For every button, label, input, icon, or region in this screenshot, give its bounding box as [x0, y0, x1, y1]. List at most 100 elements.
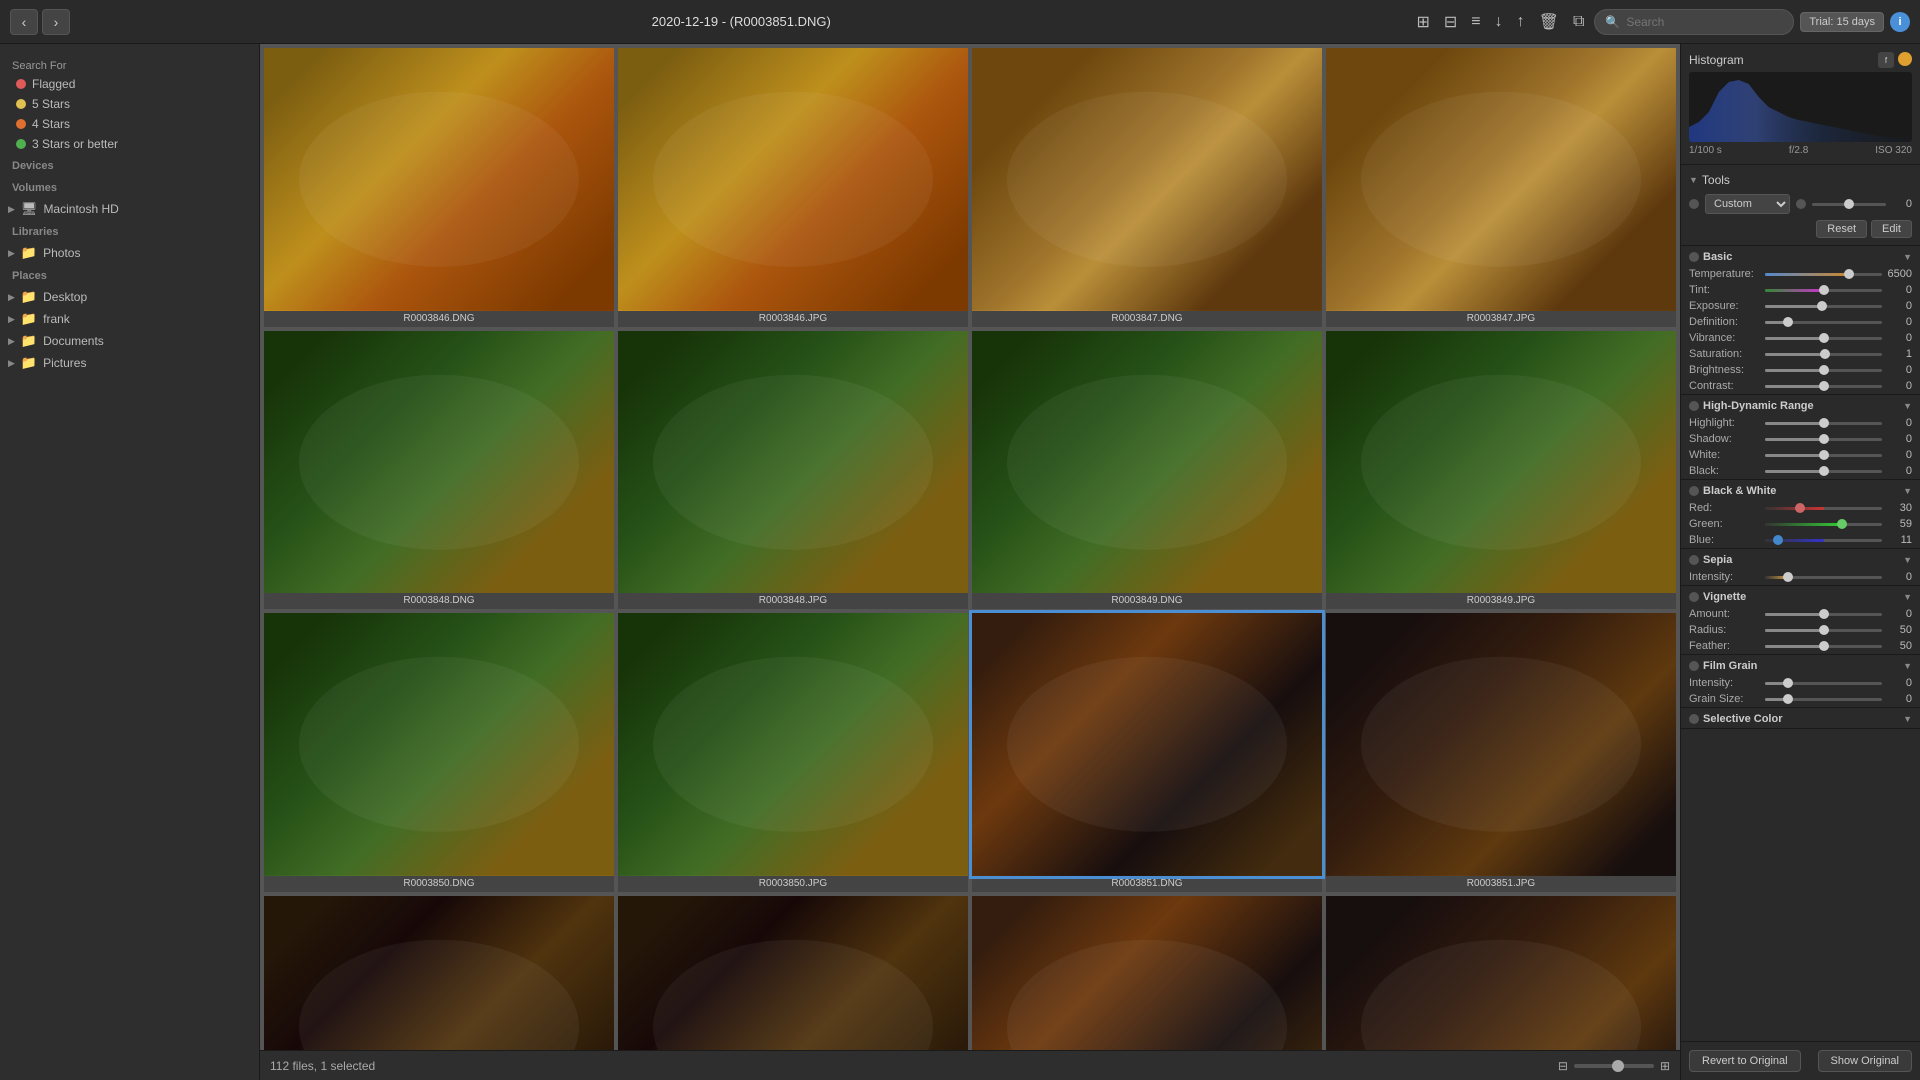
vignette-toggle[interactable] — [1689, 592, 1699, 602]
photo-cell-R0003853.JPG[interactable]: R0003853.JPG — [1326, 896, 1676, 1051]
saturation-slider[interactable] — [1765, 353, 1882, 356]
definition-slider[interactable] — [1765, 321, 1882, 324]
sidebar-item-photos[interactable]: ▶ 📁 Photos — [0, 242, 259, 264]
photo-cell-R0003850.JPG[interactable]: R0003850.JPG — [618, 613, 968, 892]
compare-button[interactable]: ⊟ — [1440, 8, 1461, 36]
grid-view-button[interactable]: ⊞ — [1412, 8, 1433, 36]
vignette-amount-row: Amount: 0 — [1689, 606, 1912, 622]
selective-color-header[interactable]: Selective Color ▼ — [1689, 708, 1912, 728]
sidebar-item-5stars[interactable]: 5 Stars — [0, 94, 259, 114]
black-slider[interactable] — [1765, 470, 1882, 473]
sidebar-item-documents[interactable]: ▶ 📁 Documents — [0, 330, 259, 352]
vignette-amount-slider[interactable] — [1765, 613, 1882, 616]
hd-icon: 🖥 — [21, 201, 38, 217]
grid-small-icon[interactable]: ⊟ — [1558, 1059, 1568, 1073]
hdr-header[interactable]: High-Dynamic Range ▼ — [1689, 395, 1912, 415]
show-original-button[interactable]: Show Original — [1818, 1050, 1912, 1072]
red-label: Red: — [1689, 502, 1761, 514]
grid-large-icon[interactable]: ⊞ — [1660, 1059, 1670, 1073]
contrast-slider[interactable] — [1765, 385, 1882, 388]
sidebar-item-macintosh-hd[interactable]: ▶ 🖥 Macintosh HD — [0, 198, 259, 220]
info-icon[interactable]: i — [1890, 12, 1910, 32]
import-button[interactable]: ↓ — [1491, 9, 1507, 35]
photo-cell-R0003852.JPG[interactable]: R0003852.JPG — [618, 896, 968, 1051]
shadow-slider[interactable] — [1765, 438, 1882, 441]
5stars-dot — [16, 99, 26, 109]
delete-button[interactable]: 🗑 — [1535, 8, 1563, 36]
photo-cell-R0003847.DNG[interactable]: R0003847.DNG — [972, 48, 1322, 327]
tools-toggle2[interactable] — [1796, 199, 1806, 209]
hist-tab-2[interactable] — [1898, 52, 1912, 66]
tint-slider[interactable] — [1765, 289, 1882, 292]
green-slider[interactable] — [1765, 523, 1882, 526]
photos-label: Photos — [43, 246, 80, 260]
contrast-row: Contrast: 0 — [1689, 378, 1912, 394]
film-grain-toggle[interactable] — [1689, 661, 1699, 671]
frank-folder-icon: 📁 — [21, 311, 37, 327]
highlight-value: 0 — [1886, 417, 1912, 429]
photo-cell-R0003849.DNG[interactable]: R0003849.DNG — [972, 331, 1322, 610]
photos-chevron-icon: ▶ — [8, 248, 15, 259]
list-view-button[interactable]: ≡ — [1467, 9, 1484, 35]
vignette-radius-label: Radius: — [1689, 624, 1761, 636]
hdr-toggle[interactable] — [1689, 401, 1699, 411]
sepia-header[interactable]: Sepia ▼ — [1689, 549, 1912, 569]
brightness-slider[interactable] — [1765, 369, 1882, 372]
bw-header[interactable]: Black & White ▼ — [1689, 480, 1912, 500]
photo-cell-R0003852.DNG[interactable]: R0003852.DNG — [264, 896, 614, 1051]
histogram-section: Histogram f — [1681, 44, 1920, 165]
photo-cell-R0003851.JPG[interactable]: R0003851.JPG — [1326, 613, 1676, 892]
vibrance-slider[interactable] — [1765, 337, 1882, 340]
bw-toggle[interactable] — [1689, 486, 1699, 496]
revert-button[interactable]: Revert to Original — [1689, 1050, 1801, 1072]
back-button[interactable]: ‹ — [10, 9, 38, 35]
sepia-toggle[interactable] — [1689, 555, 1699, 565]
fg-grain-size-slider[interactable] — [1765, 698, 1882, 701]
tools-header[interactable]: ▼ Tools — [1689, 169, 1912, 191]
sepia-intensity-slider[interactable] — [1765, 576, 1882, 579]
white-slider[interactable] — [1765, 454, 1882, 457]
red-slider[interactable] — [1765, 507, 1882, 510]
sepia-title: Sepia — [1703, 554, 1732, 566]
photo-cell-R0003850.DNG[interactable]: R0003850.DNG — [264, 613, 614, 892]
reset-button[interactable]: Reset — [1816, 220, 1867, 238]
temperature-slider[interactable] — [1765, 273, 1882, 276]
photo-cell-R0003849.JPG[interactable]: R0003849.JPG — [1326, 331, 1676, 610]
sidebar-item-4stars[interactable]: 4 Stars — [0, 114, 259, 134]
forward-button[interactable]: › — [42, 9, 70, 35]
search-input[interactable] — [1626, 15, 1783, 29]
basic-toggle[interactable] — [1689, 252, 1699, 262]
exposure-slider[interactable] — [1765, 305, 1882, 308]
search-box[interactable]: 🔍 — [1594, 9, 1794, 35]
sidebar-item-3stars[interactable]: 3 Stars or better — [0, 134, 259, 154]
photo-cell-R0003846.JPG[interactable]: R0003846.JPG — [618, 48, 968, 327]
basic-header[interactable]: Basic ▼ — [1689, 246, 1912, 266]
blue-slider[interactable] — [1765, 539, 1882, 542]
sidebar-item-desktop[interactable]: ▶ 📁 Desktop — [0, 286, 259, 308]
sidebar-item-pictures[interactable]: ▶ 📁 Pictures — [0, 352, 259, 374]
vignette-header[interactable]: Vignette ▼ — [1689, 586, 1912, 606]
share-button[interactable]: ↑ — [1513, 9, 1529, 35]
copy-button[interactable]: ⧉ — [1569, 9, 1588, 35]
tools-toggle[interactable] — [1689, 199, 1699, 209]
sidebar-item-frank[interactable]: ▶ 📁 frank — [0, 308, 259, 330]
sidebar-item-flagged[interactable]: Flagged — [0, 74, 259, 94]
zoom-slider[interactable] — [1574, 1064, 1654, 1068]
photo-cell-R0003853.DNG[interactable]: R0003853.DNG — [972, 896, 1322, 1051]
photo-cell-R0003851.DNG[interactable]: R0003851.DNG — [972, 613, 1322, 892]
edit-button[interactable]: Edit — [1871, 220, 1912, 238]
statusbar: 112 files, 1 selected ⊟ ⊞ — [260, 1050, 1680, 1080]
fg-intensity-slider[interactable] — [1765, 682, 1882, 685]
vignette-radius-slider[interactable] — [1765, 629, 1882, 632]
hist-tab-1[interactable]: f — [1878, 52, 1894, 68]
sepia-intensity-row: Intensity: 0 — [1689, 569, 1912, 585]
photo-cell-R0003846.DNG[interactable]: R0003846.DNG — [264, 48, 614, 327]
photo-cell-R0003847.JPG[interactable]: R0003847.JPG — [1326, 48, 1676, 327]
selective-color-toggle[interactable] — [1689, 714, 1699, 724]
highlight-slider[interactable] — [1765, 422, 1882, 425]
film-grain-header[interactable]: Film Grain ▼ — [1689, 655, 1912, 675]
photo-cell-R0003848.JPG[interactable]: R0003848.JPG — [618, 331, 968, 610]
vignette-feather-slider[interactable] — [1765, 645, 1882, 648]
tools-select[interactable]: Custom — [1705, 194, 1790, 214]
photo-cell-R0003848.DNG[interactable]: R0003848.DNG — [264, 331, 614, 610]
